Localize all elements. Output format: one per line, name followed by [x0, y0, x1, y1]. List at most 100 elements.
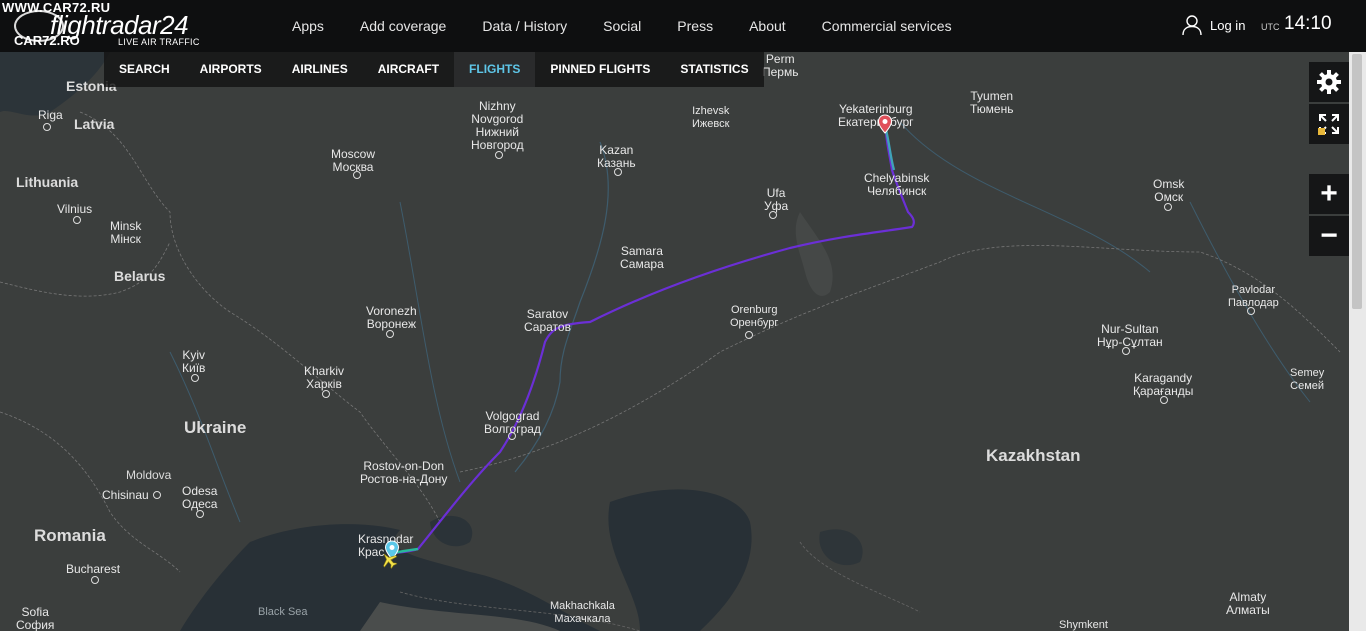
city-label: Perm Пермь	[762, 52, 799, 79]
city-label: Kyiv Київ	[182, 348, 206, 375]
subnav-flights[interactable]: FLIGHTS	[454, 52, 536, 87]
city-marker	[43, 123, 51, 131]
city-label: Izhevsk Ижевск	[692, 105, 730, 130]
tobol-river	[899, 121, 1151, 273]
nav-add-coverage[interactable]: Add coverage	[360, 18, 446, 34]
city-label: Samara Самара	[620, 244, 664, 271]
country-label: Latvia	[74, 116, 115, 132]
zoom-in-button[interactable]: +	[1309, 174, 1349, 214]
country-label: Lithuania	[16, 174, 79, 190]
city-label: Vilnius	[57, 202, 93, 216]
expand-icon	[1318, 114, 1339, 135]
city-label: Kazan Казань	[597, 143, 636, 170]
nav-social[interactable]: Social	[603, 18, 641, 34]
country-label: Ukraine	[184, 418, 247, 437]
city-label: Tyumen Тюмень	[970, 89, 1014, 116]
flight-track	[387, 129, 915, 556]
city-label: Rostov-on-Don Ростов-на-Дону	[360, 459, 448, 486]
login-label: Log in	[1210, 17, 1246, 33]
city-marker	[1164, 203, 1172, 211]
nav-commercial-services[interactable]: Commercial services	[822, 18, 952, 34]
border-line	[459, 245, 1341, 473]
don-river	[399, 201, 461, 483]
city-label: Moscow Москва	[331, 147, 376, 174]
nav-data-history[interactable]: Data / History	[482, 18, 567, 34]
city-label: Minsk Мінск	[110, 219, 142, 246]
city-label: Makhachkala Махачкала	[550, 600, 615, 625]
caspian-sea	[608, 489, 752, 631]
city-label: Nizhny Novgorod Нижний Новгород	[471, 99, 524, 152]
city-marker	[73, 216, 81, 224]
country-label: Belarus	[114, 268, 166, 284]
subnav-aircraft[interactable]: AIRCRAFT	[363, 52, 454, 87]
destination-marker-icon[interactable]	[877, 114, 893, 134]
zoom-out-button[interactable]: −	[1309, 216, 1349, 256]
city-marker	[745, 331, 753, 339]
sea-label: Black Sea	[258, 606, 308, 618]
country-label: Kazakhstan	[986, 446, 1081, 465]
subnav-airports[interactable]: AIRPORTS	[185, 52, 277, 87]
city-marker	[153, 491, 161, 499]
city-marker	[508, 432, 516, 440]
city-label: Almaty Алматы	[1226, 590, 1270, 617]
subnav-pinned-flights[interactable]: PINNED FLIGHTS	[535, 52, 665, 87]
login-button[interactable]: Log in	[1182, 14, 1245, 36]
gear-icon	[1317, 70, 1341, 94]
city-marker	[614, 168, 622, 176]
logo[interactable]: flightradar24 LIVE AIR TRAFFIC WWW.CAR72…	[0, 0, 210, 52]
subnav-search[interactable]: SEARCH	[104, 52, 185, 87]
clock-time: 14:10	[1284, 13, 1332, 34]
city-marker	[1160, 396, 1168, 404]
aircraft-icon[interactable]	[380, 551, 398, 569]
user-icon	[1182, 15, 1202, 36]
logo-tagline: LIVE AIR TRAFFIC	[118, 37, 200, 47]
city-label: Yekaterinburg Екатеринбург	[838, 102, 914, 129]
top-bar: flightradar24 LIVE AIR TRAFFIC WWW.CAR72…	[0, 0, 1366, 52]
nav-apps[interactable]: Apps	[292, 18, 324, 34]
country-label: Moldova	[126, 468, 172, 482]
city-label: Ufa Уфа	[764, 186, 789, 213]
watermark-bottom: CAR72.RO	[14, 33, 80, 48]
city-label: Orenburg Оренбург	[730, 304, 779, 329]
nav-about[interactable]: About	[749, 18, 786, 34]
city-label: Saratov Саратов	[524, 307, 571, 334]
subnav-statistics[interactable]: STATISTICS	[665, 52, 763, 87]
utc-label: UTC	[1261, 22, 1280, 32]
city-marker	[386, 330, 394, 338]
city-label: Shymkent	[1059, 619, 1108, 631]
sub-nav: SEARCH AIRPORTS AIRLINES AIRCRAFT FLIGHT…	[104, 52, 764, 87]
plus-icon: +	[1320, 177, 1338, 210]
settings-button[interactable]	[1309, 62, 1349, 102]
nav-press[interactable]: Press	[677, 18, 713, 34]
city-marker	[353, 171, 361, 179]
city-label: Chelyabinsk Челябинск	[864, 171, 930, 198]
city-label: Karagandy Қарағанды	[1133, 371, 1194, 398]
sea-of-azov	[430, 515, 473, 547]
city-label: Omsk Омск	[1153, 177, 1185, 204]
city-label: Kharkiv Харків	[304, 364, 345, 391]
flight-map[interactable]: Estonia Latvia Lithuania Belarus Ukraine…	[0, 52, 1366, 631]
city-marker	[191, 374, 199, 382]
country-label: Romania	[34, 526, 106, 545]
page-scrollbar[interactable]	[1349, 52, 1366, 631]
aral-sea	[819, 529, 863, 566]
main-nav: Apps Add coverage Data / History Social …	[274, 0, 970, 52]
city-label: Nur-Sultan Нұр-Сұлтан	[1097, 322, 1163, 349]
scrollbar-thumb[interactable]	[1352, 54, 1362, 309]
city-label: Riga	[38, 108, 63, 122]
city-label: Pavlodar Павлодар	[1228, 284, 1279, 309]
city-marker	[495, 151, 503, 159]
city-marker	[1247, 307, 1255, 315]
city-label: Odesa Одеса	[182, 484, 218, 511]
minus-icon: −	[1320, 219, 1338, 252]
city-marker	[1122, 347, 1130, 355]
watermark-top: WWW.CAR72.RU	[2, 0, 111, 15]
city-label: Voronezh Воронеж	[366, 304, 417, 331]
city-marker	[769, 211, 777, 219]
subnav-airlines[interactable]: AIRLINES	[277, 52, 363, 87]
ural-mountains	[795, 212, 833, 296]
fullscreen-button[interactable]	[1309, 104, 1349, 144]
city-label: Semey Семей	[1290, 367, 1325, 392]
city-label: Chisinau	[102, 488, 149, 502]
city-label: Bucharest	[66, 562, 121, 576]
